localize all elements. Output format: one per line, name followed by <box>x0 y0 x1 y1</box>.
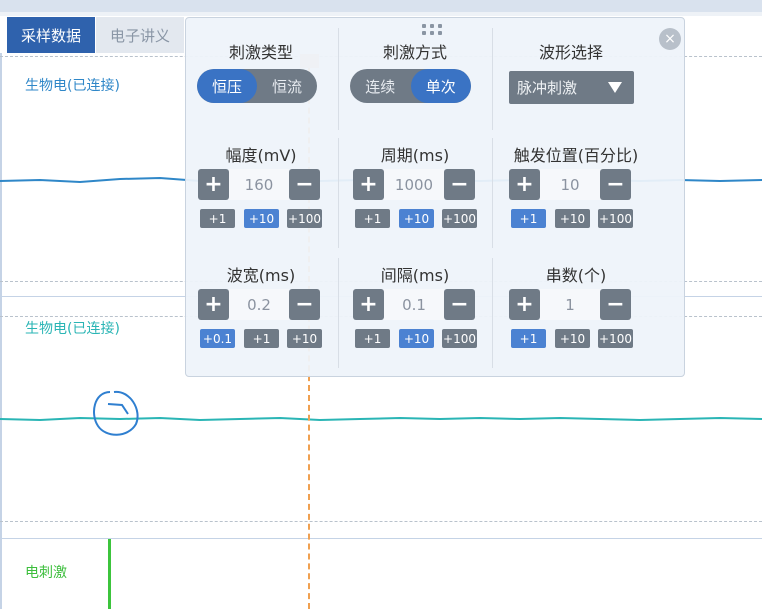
stim-type-label: 刺激类型 <box>228 43 293 62</box>
stim-type-toggle[interactable]: 恒压 恒流 <box>197 69 317 103</box>
width-value[interactable]: 0.2 <box>229 289 289 320</box>
interval-inc-1[interactable]: +1 <box>355 329 390 348</box>
amplitude-value[interactable]: 160 <box>229 169 289 200</box>
app-window: 采样数据 电子讲义 生物电(已连接) 生物电(已连接) 电刺激 × 刺激类型 恒… <box>0 0 762 609</box>
dropdown-arrow-icon <box>608 82 622 93</box>
amplitude-label: 幅度(mV) <box>225 146 297 165</box>
trigger-inc-1[interactable]: +1 <box>511 209 546 228</box>
period-inc-100[interactable]: +100 <box>442 209 477 228</box>
period-inc-10[interactable]: +10 <box>399 209 434 228</box>
count-stepper: + 1 − <box>509 289 631 320</box>
stim-mode-option-single[interactable]: 单次 <box>410 69 471 103</box>
width-plus-button[interactable]: + <box>198 289 229 320</box>
waveform-select-value: 脉冲刺激 <box>517 79 578 97</box>
period-label: 周期(ms) <box>380 146 450 165</box>
stim-mode-option-continuous[interactable]: 连续 <box>350 69 411 103</box>
amplitude-plus-button[interactable]: + <box>198 169 229 200</box>
divider <box>492 28 493 130</box>
width-label: 波宽(ms) <box>226 266 296 285</box>
interval-minus-button[interactable]: − <box>444 289 475 320</box>
stim-type-option-current[interactable]: 恒流 <box>257 69 317 103</box>
interval-label: 间隔(ms) <box>380 266 450 285</box>
width-inc-1[interactable]: +1 <box>244 329 279 348</box>
waveform-label: 波形选择 <box>538 43 603 62</box>
hand-drawn-circle-annotation <box>93 390 139 436</box>
period-minus-button[interactable]: − <box>444 169 475 200</box>
trigger-minus-button[interactable]: − <box>600 169 631 200</box>
amplitude-inc-100[interactable]: +100 <box>287 209 322 228</box>
count-inc-100[interactable]: +100 <box>598 329 633 348</box>
period-inc-1[interactable]: +1 <box>355 209 390 228</box>
count-value[interactable]: 1 <box>540 289 600 320</box>
divider <box>492 138 493 248</box>
count-plus-button[interactable]: + <box>509 289 540 320</box>
divider <box>338 138 339 248</box>
interval-value[interactable]: 0.1 <box>384 289 444 320</box>
width-minus-button[interactable]: − <box>289 289 320 320</box>
close-icon[interactable]: × <box>659 28 681 50</box>
count-label: 串数(个) <box>545 266 607 285</box>
count-inc-1[interactable]: +1 <box>511 329 546 348</box>
period-value[interactable]: 1000 <box>384 169 444 200</box>
period-stepper: + 1000 − <box>353 169 475 200</box>
trigger-label: 触发位置(百分比) <box>513 146 639 165</box>
stim-mode-label: 刺激方式 <box>382 43 447 62</box>
amplitude-minus-button[interactable]: − <box>289 169 320 200</box>
count-inc-10[interactable]: +10 <box>555 329 590 348</box>
trigger-value[interactable]: 10 <box>540 169 600 200</box>
trigger-stepper: + 10 − <box>509 169 631 200</box>
divider <box>338 28 339 130</box>
stimulation-settings-panel: × 刺激类型 恒压 恒流 刺激方式 连续 单次 波形选择 脉冲刺激 幅度(mV)… <box>185 17 685 377</box>
stim-type-option-voltage[interactable]: 恒压 <box>197 69 257 103</box>
amplitude-inc-10[interactable]: +10 <box>244 209 279 228</box>
amplitude-stepper: + 160 − <box>198 169 320 200</box>
trigger-inc-100[interactable]: +100 <box>598 209 633 228</box>
stim-mode-toggle[interactable]: 连续 单次 <box>350 69 471 103</box>
trigger-inc-10[interactable]: +10 <box>555 209 590 228</box>
period-plus-button[interactable]: + <box>353 169 384 200</box>
amplitude-inc-1[interactable]: +1 <box>200 209 235 228</box>
divider <box>492 258 493 368</box>
width-stepper: + 0.2 − <box>198 289 320 320</box>
waveform-select[interactable]: 脉冲刺激 <box>509 71 634 104</box>
count-minus-button[interactable]: − <box>600 289 631 320</box>
interval-plus-button[interactable]: + <box>353 289 384 320</box>
divider <box>338 258 339 368</box>
width-inc-10[interactable]: +10 <box>287 329 322 348</box>
interval-stepper: + 0.1 − <box>353 289 475 320</box>
interval-inc-100[interactable]: +100 <box>442 329 477 348</box>
drag-grip-icon[interactable] <box>422 24 442 36</box>
trigger-plus-button[interactable]: + <box>509 169 540 200</box>
interval-inc-10[interactable]: +10 <box>399 329 434 348</box>
stimulus-pulse <box>108 539 111 609</box>
channel-2-waveform <box>0 416 762 422</box>
width-inc-0-1[interactable]: +0.1 <box>200 329 235 348</box>
